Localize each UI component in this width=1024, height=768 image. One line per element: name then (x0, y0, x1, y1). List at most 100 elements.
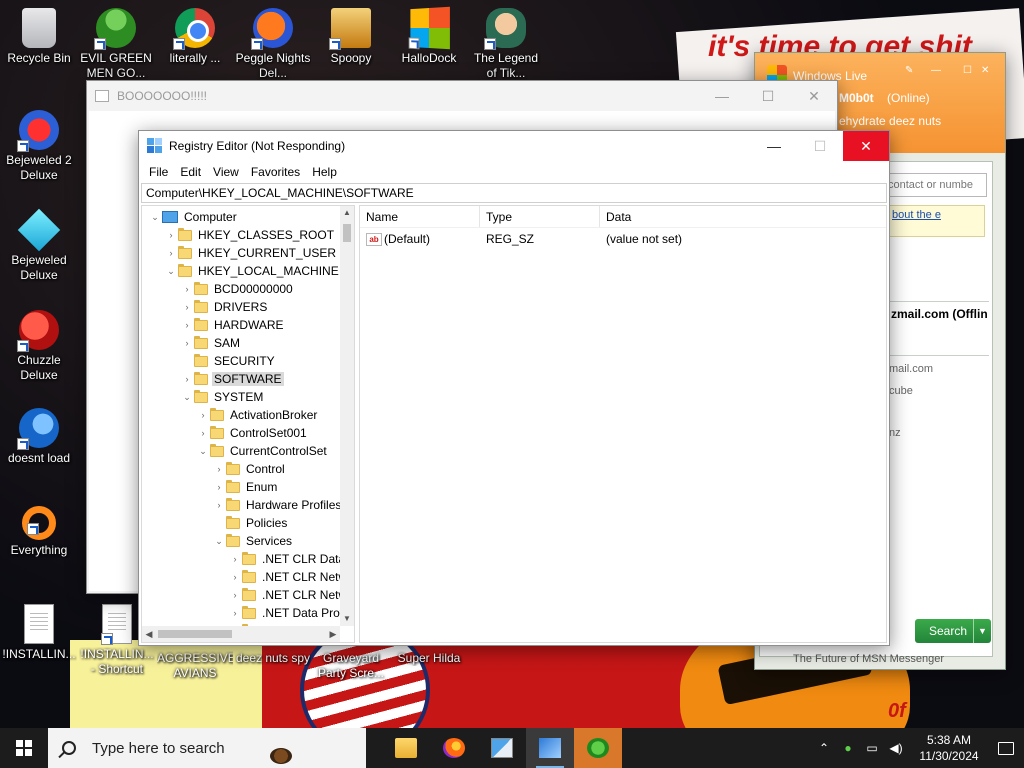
address-bar[interactable]: Computer\HKEY_LOCAL_MACHINE\SOFTWARE (141, 183, 887, 203)
chevron-down-icon[interactable]: ⌄ (212, 536, 226, 547)
close-button[interactable]: ✕ (843, 131, 889, 161)
tree-node[interactable]: › ControlSet001 (142, 424, 340, 442)
minimize-button[interactable]: — (699, 81, 745, 111)
tree-node[interactable]: › SOFTWARE (142, 370, 340, 388)
tree-node[interactable]: › Control (142, 460, 340, 478)
chevron-right-icon[interactable]: › (212, 482, 226, 492)
maximize-button[interactable]: ☐ (745, 81, 791, 111)
tree-node[interactable]: ⌄ SYSTEM (142, 388, 340, 406)
registry-editor-window[interactable]: Registry Editor (Not Responding) — ☐ ✕ F… (138, 130, 890, 646)
taskbar-search[interactable]: Type here to search (48, 728, 366, 768)
chevron-right-icon[interactable]: › (212, 500, 226, 510)
desktop-icon-evil-green-men[interactable]: EVIL GREEN MEN GO... (78, 8, 154, 81)
close-button[interactable]: ✕ (791, 81, 837, 111)
search-button[interactable]: Search ▼ (915, 619, 991, 643)
tree-node[interactable]: › .NET CLR Netw (142, 568, 340, 586)
minimize-button[interactable]: — (931, 65, 941, 76)
chevron-right-icon[interactable]: › (180, 320, 194, 330)
desktop-icon-aggressive-avians[interactable]: AGGRESSIVE AVIANS (157, 651, 233, 681)
desktop-icon-everything[interactable]: Everything (1, 506, 77, 558)
chevron-down-icon[interactable]: ▼ (973, 619, 991, 643)
chevron-right-icon[interactable]: › (180, 374, 194, 384)
chevron-right-icon[interactable]: › (180, 284, 194, 294)
tree-node[interactable]: › ActivationBroker (142, 406, 340, 424)
desktop-icon-legend-of-tiki[interactable]: The Legend of Tik... (468, 8, 544, 81)
menu-help[interactable]: Help (306, 165, 343, 179)
desktop-icon-literally[interactable]: literally ... (157, 8, 233, 66)
contact-email[interactable]: zmail.com (Offlin (891, 307, 988, 321)
desktop-icon-graveyard-party[interactable]: Graveyard Party Scre... (313, 651, 389, 681)
messenger-username[interactable]: M0b0t (839, 91, 874, 105)
scroll-up-icon[interactable]: ▲ (340, 206, 354, 220)
network-icon[interactable]: ▭ (862, 738, 882, 758)
column-name[interactable]: Name (360, 206, 480, 227)
menu-view[interactable]: View (207, 165, 245, 179)
value-row[interactable]: ab (Default) REG_SZ (value not set) (360, 228, 886, 250)
settings-icon[interactable]: ✎ (905, 65, 913, 76)
tree-node[interactable]: SECURITY (142, 352, 340, 370)
minimize-button[interactable]: — (751, 131, 797, 161)
tree-node[interactable]: › SAM (142, 334, 340, 352)
scroll-left-icon[interactable]: ◀ (142, 626, 156, 642)
desktop-icon-installing[interactable]: !INSTALLIN... (1, 604, 77, 662)
taskbar-registry-editor[interactable] (478, 728, 526, 768)
tree-node[interactable]: › Hardware Profiles (142, 496, 340, 514)
desktop-icon-deez-nuts-spy[interactable]: deez nuts spy (235, 651, 311, 666)
chevron-right-icon[interactable]: › (228, 608, 242, 618)
chevron-right-icon[interactable]: › (164, 248, 178, 258)
clock[interactable]: 5:38 AM 11/30/2024 (910, 732, 988, 764)
tree-node[interactable]: ⌄ CurrentControlSet (142, 442, 340, 460)
chevron-right-icon[interactable]: › (228, 554, 242, 564)
column-type[interactable]: Type (480, 206, 600, 227)
chevron-right-icon[interactable]: › (212, 464, 226, 474)
tree-node[interactable]: › BCD00000000 (142, 280, 340, 298)
taskbar-messenger[interactable] (574, 728, 622, 768)
taskbar-firefox[interactable] (430, 728, 478, 768)
tree-node[interactable]: › .NET Data Prov (142, 604, 340, 622)
desktop-icon-bejeweled-2[interactable]: Bejeweled 2 Deluxe (1, 110, 77, 183)
desktop-icon-chuzzle[interactable]: Chuzzle Deluxe (1, 310, 77, 383)
messenger-tray-icon[interactable]: ● (838, 738, 858, 758)
chevron-right-icon[interactable]: › (180, 302, 194, 312)
chevron-right-icon[interactable]: › (196, 410, 210, 420)
notifications-button[interactable] (988, 741, 1024, 755)
chevron-up-icon[interactable]: ⌃ (814, 738, 834, 758)
tree-node[interactable]: › HKEY_CLASSES_ROOT (142, 226, 340, 244)
menu-file[interactable]: File (143, 165, 174, 179)
tree-node[interactable]: ⌄ Computer (142, 208, 340, 226)
tree-node[interactable]: › DRIVERS (142, 298, 340, 316)
chevron-down-icon[interactable]: ⌄ (148, 212, 162, 223)
personal-message[interactable]: ehydrate deez nuts (839, 114, 941, 128)
volume-icon[interactable]: ◀) (886, 738, 906, 758)
desktop-icon-super-hilda[interactable]: Super Hilda (391, 651, 467, 666)
messenger-status[interactable]: (Online) (887, 91, 930, 105)
chevron-right-icon[interactable]: › (196, 428, 210, 438)
info-link[interactable]: bout the e (889, 205, 985, 237)
chevron-down-icon[interactable]: ⌄ (164, 266, 178, 277)
desktop-icon-bejeweled[interactable]: Bejeweled Deluxe (1, 208, 77, 283)
menu-favorites[interactable]: Favorites (245, 165, 306, 179)
chevron-right-icon[interactable]: › (228, 572, 242, 582)
column-data[interactable]: Data (600, 206, 800, 227)
desktop-icon-peggle-nights[interactable]: Peggle Nights Del... (235, 8, 311, 81)
tree-node[interactable]: Policies (142, 514, 340, 532)
scroll-down-icon[interactable]: ▼ (340, 612, 354, 626)
scroll-thumb[interactable] (343, 224, 351, 242)
chevron-down-icon[interactable]: ⌄ (196, 446, 210, 457)
chevron-right-icon[interactable]: › (164, 230, 178, 240)
tree-horizontal-scrollbar[interactable]: ◀ ▶ (142, 626, 340, 642)
scroll-thumb[interactable] (158, 630, 232, 638)
chevron-right-icon[interactable]: › (228, 590, 242, 600)
tree-vertical-scrollbar[interactable]: ▲ ▼ (340, 206, 354, 626)
tree-node[interactable]: › .NET CLR Data (142, 550, 340, 568)
desktop-icon-recycle-bin[interactable]: Recycle Bin (1, 8, 77, 66)
taskbar-app-blue[interactable] (526, 728, 574, 768)
desktop-icon-spoopy[interactable]: Spoopy (313, 8, 389, 66)
tree-node[interactable]: › HARDWARE (142, 316, 340, 334)
start-button[interactable] (0, 728, 48, 768)
contact-search-input[interactable]: contact or numbe (883, 173, 987, 197)
chevron-right-icon[interactable]: › (180, 338, 194, 348)
tree-node[interactable]: ⌄ HKEY_LOCAL_MACHINE (142, 262, 340, 280)
chevron-down-icon[interactable]: ⌄ (180, 392, 194, 403)
close-button[interactable]: ✕ (981, 65, 989, 76)
